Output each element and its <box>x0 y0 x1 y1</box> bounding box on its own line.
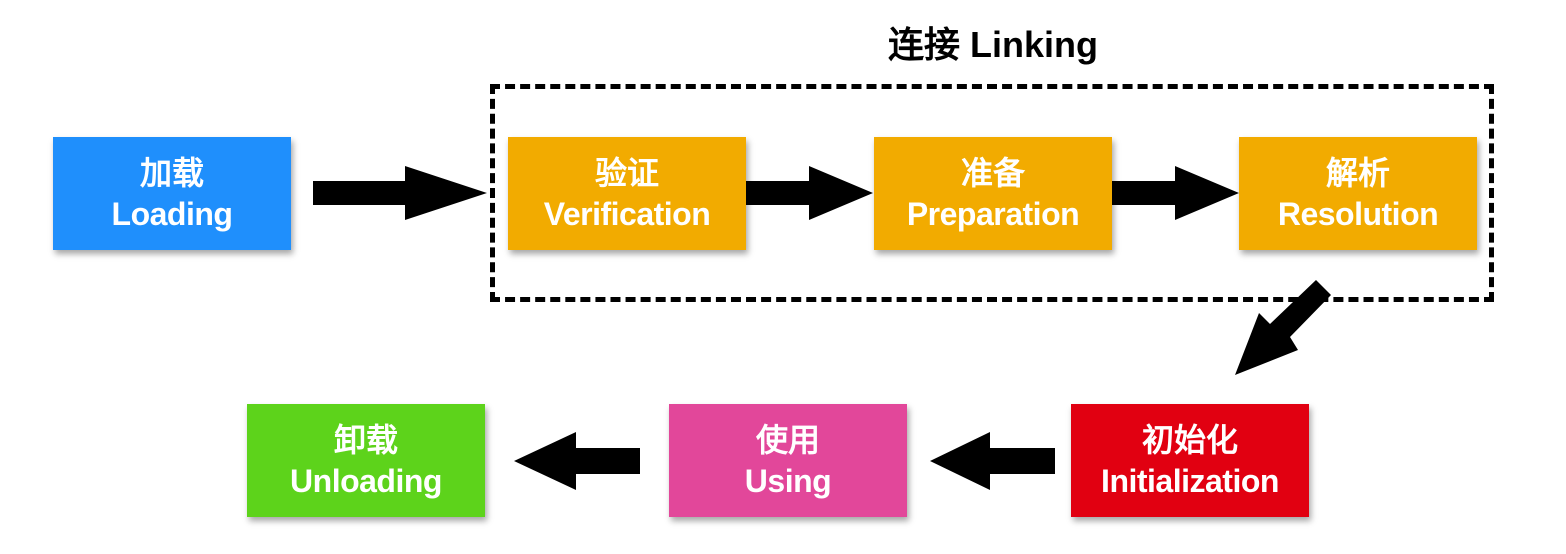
stage-label-zh: 验证 <box>594 154 659 191</box>
stage-label-en: Unloading <box>290 462 442 499</box>
arrow-verification-to-preparation <box>746 166 873 220</box>
stage-label-zh: 使用 <box>755 421 820 458</box>
stage-label-zh: 卸载 <box>333 421 398 458</box>
arrow-using-to-unloading <box>514 432 640 490</box>
stage-label-zh: 解析 <box>1325 154 1390 191</box>
stage-preparation[interactable]: 准备 Preparation <box>874 137 1112 250</box>
arrow-resolution-to-initialization <box>1235 280 1331 375</box>
stage-label-en: Preparation <box>906 195 1080 232</box>
stage-loading[interactable]: 加载 Loading <box>53 137 291 250</box>
stage-label-en: Verification <box>543 195 711 232</box>
stage-label-zh: 加载 <box>139 154 204 191</box>
arrow-initialization-to-using <box>930 432 1055 490</box>
stage-using[interactable]: 使用 Using <box>669 404 907 517</box>
stage-unloading[interactable]: 卸载 Unloading <box>247 404 485 517</box>
stage-resolution[interactable]: 解析 Resolution <box>1239 137 1477 250</box>
stage-label-zh: 初始化 <box>1141 421 1238 458</box>
arrow-loading-to-verification <box>313 166 487 220</box>
stage-verification[interactable]: 验证 Verification <box>508 137 746 250</box>
stage-label-zh: 准备 <box>960 154 1025 191</box>
stage-label-en: Loading <box>111 195 233 232</box>
stage-label-en: Resolution <box>1277 195 1439 232</box>
stage-label-en: Using <box>744 462 832 499</box>
stage-label-en: Initialization <box>1101 462 1279 499</box>
stage-initialization[interactable]: 初始化 Initialization <box>1071 404 1309 517</box>
arrow-preparation-to-resolution <box>1111 166 1239 220</box>
